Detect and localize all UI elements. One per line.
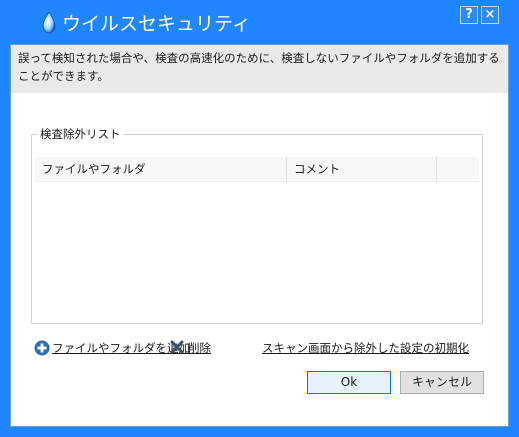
x-icon[interactable] <box>170 340 184 354</box>
exclusion-table-body[interactable] <box>35 182 479 318</box>
description-band: 誤って検知された場合や、検査の高速化のために、検査しないファイルやフォルダを追加… <box>11 45 508 93</box>
table-header: ファイルやフォルダ コメント <box>35 157 479 182</box>
exclusion-list-group: 検査除外リスト ファイルやフォルダ コメント <box>31 126 483 324</box>
plus-circle-icon[interactable] <box>34 340 50 356</box>
delete-link[interactable]: 削除 <box>188 340 211 356</box>
exclusion-list-label: 検査除外リスト <box>38 126 123 142</box>
reset-exclusions-link[interactable]: スキャン画面から除外した設定の初期化 <box>262 340 469 356</box>
dialog-window: ウイルスセキュリティ ? × 誤って検知された場合や、検査の高速化のために、検査… <box>0 0 519 437</box>
column-header-file[interactable]: ファイルやフォルダ <box>35 157 287 181</box>
window-title: ウイルスセキュリティ <box>62 13 251 35</box>
column-header-extra[interactable] <box>437 157 479 181</box>
column-header-comment[interactable]: コメント <box>287 157 437 181</box>
water-drop-icon <box>42 11 56 34</box>
dialog-content: 誤って検知された場合や、検査の高速化のために、検査しないファイルやフォルダを追加… <box>10 44 509 427</box>
help-button[interactable]: ? <box>460 6 478 24</box>
cancel-button[interactable]: キャンセル <box>400 371 484 394</box>
title-bar: ウイルスセキュリティ ? × <box>0 0 519 40</box>
description-text: 誤って検知された場合や、検査の高速化のために、検査しないファイルやフォルダを追加… <box>18 51 500 83</box>
ok-button[interactable]: Ok <box>307 371 391 394</box>
close-button[interactable]: × <box>481 6 499 24</box>
